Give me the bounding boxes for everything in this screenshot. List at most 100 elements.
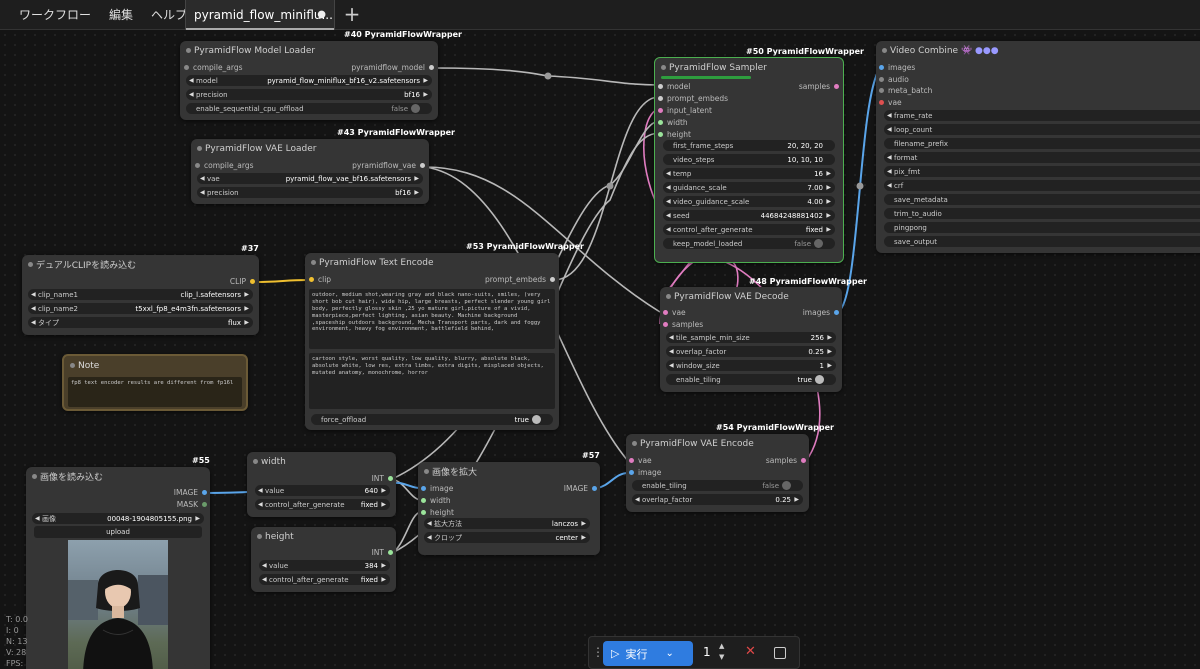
input-audio[interactable]: audio: [878, 74, 958, 85]
run-button[interactable]: ▷ 実行 ⌄: [603, 641, 693, 666]
menu-workflow[interactable]: ワークフロー: [10, 0, 100, 29]
slot-dot-icon: [629, 458, 634, 463]
widget-video-steps[interactable]: video_steps 10, 10, 10: [663, 154, 835, 165]
widget-trim-to-audio[interactable]: trim_to_audio: [884, 208, 1200, 219]
widget-upscale-method[interactable]: ◀ 拡大方法 lanczos ▶: [424, 518, 590, 529]
input-height[interactable]: height: [420, 507, 480, 518]
output-pyramidflow-vae[interactable]: pyramidflow_vae: [316, 160, 426, 171]
height-int-node[interactable]: height INT ◀ value 384 ▶ ◀ control_after_gen…: [251, 527, 396, 592]
vae-loader-node[interactable]: PyramidFlow VAE Loader compile_args pyra…: [191, 139, 429, 204]
input-prompt-embeds[interactable]: prompt_embeds: [657, 93, 737, 104]
output-image[interactable]: IMAGE: [138, 487, 208, 498]
widget-guidance-scale[interactable]: ◀ guidance_scale 7.00 ▶: [663, 182, 835, 193]
widget-control-after-generate[interactable]: ◀ control_after_generate fixed ▶: [259, 574, 390, 585]
widget-clip-name2[interactable]: ◀ clip_name2 t5xxl_fp8_e4m3fn.safetensors ▶: [28, 303, 253, 314]
widget-filename-prefix[interactable]: filename_prefix: [884, 138, 1200, 149]
output-samples[interactable]: samples: [747, 455, 807, 466]
output-mask[interactable]: MASK: [138, 499, 208, 510]
input-latent[interactable]: input_latent: [657, 105, 737, 116]
widget-precision[interactable]: ◀ precision bf16 ▶: [197, 187, 423, 198]
upscale-image-node[interactable]: 画像を拡大 image IMAGE width height ◀ 拡大方法 lanc…: [418, 462, 600, 555]
sampler-node[interactable]: PyramidFlow Sampler model samples prompt…: [654, 57, 844, 263]
input-meta-batch[interactable]: meta_batch: [878, 85, 958, 96]
widget-crf[interactable]: ◀crf▶: [884, 180, 1200, 191]
output-int[interactable]: INT: [354, 547, 394, 558]
chevron-down-icon[interactable]: ⌄: [665, 648, 673, 659]
vae-encode-node[interactable]: PyramidFlow VAE Encode vae samples image…: [626, 434, 809, 512]
input-compile-args[interactable]: compile_args: [194, 160, 304, 171]
widget-save-metadata[interactable]: save_metadata: [884, 194, 1200, 205]
cancel-icon[interactable]: ✕: [745, 644, 756, 659]
output-prompt-embeds[interactable]: prompt_embeds: [456, 274, 556, 285]
input-vae[interactable]: vae: [878, 97, 958, 108]
widget-overlap-factor[interactable]: ◀ overlap_factor 0.25 ▶: [666, 346, 836, 357]
widget-format[interactable]: ◀format▶: [884, 152, 1200, 163]
negative-prompt-textarea[interactable]: cartoon style, worst quality, low qualit…: [309, 353, 555, 409]
widget-image-file[interactable]: ◀ 画像 00048-1904805155.png ▶: [32, 513, 204, 524]
input-width[interactable]: width: [420, 495, 480, 506]
output-pyramidflow-model[interactable]: pyramidflow_model: [315, 62, 435, 73]
input-vae[interactable]: vae: [662, 307, 722, 318]
widget-model[interactable]: ◀ model pyramid_flow_miniflux_bf16_v2.safe…: [186, 75, 432, 86]
load-image-node[interactable]: 画像を読み込む IMAGE MASK ◀ 画像 00048-1904805155.p…: [26, 467, 210, 669]
input-clip[interactable]: clip: [308, 274, 368, 285]
output-samples[interactable]: samples: [780, 81, 840, 92]
batch-count-input[interactable]: 1: [703, 645, 711, 659]
output-clip[interactable]: CLIP: [176, 276, 256, 287]
workflow-tab[interactable]: pyramid_flow_miniflu... ●: [185, 0, 335, 30]
input-image[interactable]: image: [420, 483, 480, 494]
widget-control-after-generate[interactable]: ◀ control_after_generate fixed ▶: [663, 224, 835, 235]
input-image[interactable]: image: [628, 467, 688, 478]
input-compile-args[interactable]: compile_args: [183, 62, 303, 73]
widget-value[interactable]: ◀ value 384 ▶: [259, 560, 390, 571]
width-int-node[interactable]: width INT ◀ value 640 ▶ ◀ control_after_gene…: [247, 452, 396, 517]
input-height[interactable]: height: [657, 129, 737, 140]
widget-temp[interactable]: ◀ temp 16 ▶: [663, 168, 835, 179]
note-text[interactable]: fp8 text encoder results are different f…: [68, 377, 242, 407]
positive-prompt-textarea[interactable]: outdoor, medium shot,wearing gray and bl…: [309, 289, 555, 349]
widget-window-size[interactable]: ◀ window_size 1 ▶: [666, 360, 836, 371]
note-node[interactable]: Note fp8 text encoder results are differ…: [62, 354, 248, 411]
stepper-icon[interactable]: ▲ ▼: [719, 641, 724, 663]
widget-pix-fmt[interactable]: ◀pix_fmt▶: [884, 166, 1200, 177]
widget-save-output[interactable]: save_output: [884, 236, 1200, 247]
input-vae[interactable]: vae: [628, 455, 688, 466]
input-width[interactable]: width: [657, 117, 737, 128]
widget-clip-name1[interactable]: ◀ clip_name1 clip_l.safetensors ▶: [28, 289, 253, 300]
input-model[interactable]: model: [657, 81, 737, 92]
menu-edit[interactable]: 編集: [100, 0, 142, 29]
widget-loop-count[interactable]: ◀loop_count▶: [884, 124, 1200, 135]
widget-overlap-factor[interactable]: ◀ overlap_factor 0.25 ▶: [632, 494, 803, 505]
widget-keep-model-loaded[interactable]: keep_model_loaded false: [663, 238, 835, 249]
widget-tile-sample-min-size[interactable]: ◀ tile_sample_min_size 256 ▶: [666, 332, 836, 343]
video-combine-node[interactable]: Video Combine 👾 ●●● images audio meta_batc…: [876, 41, 1200, 253]
output-int[interactable]: INT: [354, 473, 394, 484]
widget-value[interactable]: ◀ value 640 ▶: [255, 485, 390, 496]
vae-decode-node[interactable]: PyramidFlow VAE Decode vae images sample…: [660, 287, 842, 392]
widget-vae[interactable]: ◀ vae pyramid_flow_vae_bf16.safetensors ▶: [197, 173, 423, 184]
input-images[interactable]: images: [878, 62, 958, 73]
upload-button[interactable]: upload: [34, 526, 202, 538]
widget-first-frame-steps[interactable]: first_frame_steps 20, 20, 20: [663, 140, 835, 151]
model-loader-node[interactable]: PyramidFlow Model Loader compile_args py…: [180, 41, 438, 120]
widget-sequential-offload[interactable]: enable_sequential_cpu_offload false: [186, 103, 432, 114]
new-tab-button[interactable]: +: [341, 2, 363, 26]
widget-precision[interactable]: ◀ precision bf16 ▶: [186, 89, 432, 100]
widget-enable-tiling[interactable]: enable_tiling false: [632, 480, 803, 491]
widget-crop[interactable]: ◀ クロップ center ▶: [424, 532, 590, 543]
node-title: PyramidFlow Model Loader: [180, 41, 438, 60]
widget-seed[interactable]: ◀ seed 44684248881402 ▶: [663, 210, 835, 221]
widget-pingpong[interactable]: pingpong: [884, 222, 1200, 233]
widget-enable-tiling[interactable]: enable_tiling true: [666, 374, 836, 385]
text-encode-node[interactable]: PyramidFlow Text Encode clip prompt_embe…: [305, 253, 559, 430]
widget-force-offload[interactable]: force_offload true: [311, 414, 553, 425]
dual-clip-loader-node[interactable]: デュアルCLIPを読み込む CLIP ◀ clip_name1 clip_l.saf…: [22, 255, 259, 335]
output-image[interactable]: IMAGE: [538, 483, 598, 494]
output-images[interactable]: images: [780, 307, 840, 318]
clear-queue-icon[interactable]: [774, 647, 786, 659]
widget-type[interactable]: ◀ タイプ flux ▶: [28, 317, 253, 328]
input-samples[interactable]: samples: [662, 319, 722, 330]
widget-frame-rate[interactable]: ◀frame_rate▶: [884, 110, 1200, 121]
widget-video-guidance-scale[interactable]: ◀ video_guidance_scale 4.00 ▶: [663, 196, 835, 207]
widget-control-after-generate[interactable]: ◀ control_after_generate fixed ▶: [255, 499, 390, 510]
